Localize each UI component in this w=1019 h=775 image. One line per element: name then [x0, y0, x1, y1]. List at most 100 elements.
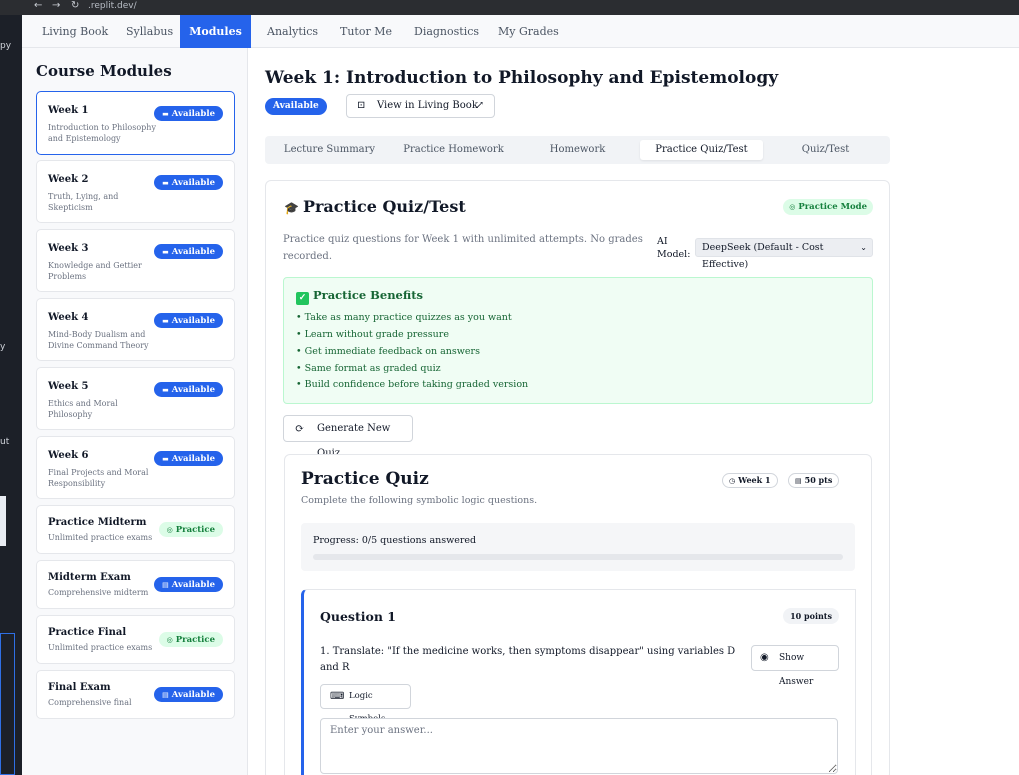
- target-icon: ◎: [789, 202, 796, 211]
- eye-icon: ◉: [760, 652, 769, 663]
- browser-toolbar: ← → ↻ .replit.dev/: [0, 0, 1019, 15]
- module-title: Week 2: [48, 174, 89, 185]
- sidebar-title: Course Modules: [36, 62, 172, 80]
- module-title: Week 1: [48, 105, 89, 116]
- module-title: Week 4: [48, 312, 89, 323]
- clock-icon: ◷: [729, 476, 736, 485]
- module-title: Week 6: [48, 450, 89, 461]
- nav-tab-tutor-me[interactable]: Tutor Me: [340, 15, 392, 48]
- strip-panel: [0, 496, 6, 546]
- benefit-item: • Build confidence before taking graded …: [296, 379, 529, 390]
- ai-model-label: AI Model:: [657, 236, 691, 260]
- target-icon: ◎: [166, 635, 173, 644]
- practice-badge: ◎ Practice: [158, 522, 223, 537]
- module-card-final-exam[interactable]: Final Exam Comprehensive final ▤ Availabl…: [36, 670, 235, 719]
- show-answer-button[interactable]: ◉ Show Answer: [751, 645, 839, 687]
- nav-tab-syllabus[interactable]: Syllabus: [126, 15, 173, 48]
- benefits-title: ✓ Practice Benefits: [296, 288, 423, 305]
- strip-fragment: y: [0, 342, 6, 352]
- book-icon: ⊡: [357, 100, 366, 111]
- module-title: Midterm Exam: [48, 572, 131, 583]
- nav-tab-diagnostics[interactable]: Diagnostics: [414, 15, 479, 48]
- progress-text: Progress: 0/5 questions answered: [313, 535, 477, 546]
- practice-badge: ◎ Practice: [158, 632, 223, 647]
- laptop-icon: ▬: [162, 316, 169, 325]
- module-card-week-6[interactable]: Week 6 Final Projects and Moral Responsi…: [36, 436, 235, 499]
- ai-model-select[interactable]: DeepSeek (Default - Cost Effective) ⌄: [695, 238, 873, 270]
- module-card-midterm-exam[interactable]: Midterm Exam Comprehensive midterm ▤ Avai…: [36, 560, 235, 609]
- view-in-living-book-button[interactable]: ⊡ View in Living Book ↗: [346, 94, 495, 118]
- benefit-item: • Same format as graded quiz: [296, 363, 441, 374]
- button-label: Show Answer: [779, 653, 814, 687]
- module-card-practice-midterm[interactable]: Practice Midterm Unlimited practice exam…: [36, 505, 235, 554]
- module-card-week-2[interactable]: Week 2 Truth, Lying, and Skepticism ▬ Ava…: [36, 160, 235, 223]
- module-card-week-1[interactable]: Week 1 Introduction to Philosophy and Ep…: [36, 91, 235, 155]
- nav-tab-living-book[interactable]: Living Book: [42, 15, 108, 48]
- address-bar[interactable]: .replit.dev/: [88, 0, 137, 12]
- benefit-item: • Take as many practice quizzes as you w…: [296, 312, 512, 323]
- module-subtitle: Truth, Lying, and Skepticism: [48, 192, 119, 212]
- check-icon: ✓: [296, 292, 309, 305]
- question-title: Question 1: [320, 609, 396, 624]
- forward-icon[interactable]: →: [52, 0, 60, 12]
- refresh-icon: ⟳: [295, 422, 305, 435]
- practice-quiz-panel: 🎓 Practice Quiz/Test ◎ Practice Mode Pract…: [265, 180, 890, 775]
- module-subtitle: Knowledge and Gettier Problems: [48, 261, 142, 281]
- status-badge: ▬ Available: [154, 175, 223, 190]
- document-icon: ▤: [162, 690, 169, 699]
- module-subtitle: Final Projects and Moral Responsibility: [48, 468, 149, 488]
- back-icon[interactable]: ←: [34, 0, 42, 12]
- selected-model: DeepSeek (Default - Cost Effective): [702, 242, 824, 270]
- tab-practice-quiz-test[interactable]: Practice Quiz/Test: [640, 140, 763, 160]
- week-pill: ◷ Week 1: [722, 473, 778, 488]
- module-subtitle: Introduction to Philosophy and Epistemol…: [48, 123, 156, 143]
- nav-tab-analytics[interactable]: Analytics: [267, 15, 318, 48]
- question-text: 1. Translate: "If the medicine works, th…: [320, 646, 736, 673]
- reload-icon[interactable]: ↻: [71, 0, 79, 12]
- question-card: Question 1 10 points 1. Translate: "If t…: [301, 589, 856, 775]
- main-content: Week 1: Introduction to Philosophy and E…: [249, 48, 1019, 775]
- status-badge: ▤ Available: [154, 577, 223, 592]
- button-label: View in Living Book: [377, 100, 478, 111]
- app: Living Book Syllabus Modules Analytics T…: [22, 15, 1019, 775]
- chevron-down-icon: ⌄: [860, 243, 867, 252]
- generate-new-quiz-button[interactable]: ⟳ Generate New Quiz: [283, 415, 413, 459]
- panel-description: Practice quiz questions for Week 1 with …: [283, 234, 643, 262]
- progress-bar: [313, 554, 843, 560]
- laptop-icon: ▬: [162, 454, 169, 463]
- logic-symbols-button[interactable]: ⌨ Logic Symbols: [320, 684, 411, 724]
- module-card-week-3[interactable]: Week 3 Knowledge and Gettier Problems ▬ A…: [36, 229, 235, 292]
- document-icon: ▤: [162, 580, 169, 589]
- practice-benefits-box: ✓ Practice Benefits • Take as many practi…: [283, 277, 873, 404]
- content-tabs: Lecture Summary Practice Homework Homewo…: [265, 136, 890, 164]
- status-badge: ▬ Available: [154, 313, 223, 328]
- points-badge: 10 points: [783, 608, 839, 624]
- module-sidebar: Course Modules Week 1 Introduction to Ph…: [22, 48, 248, 775]
- status-badge: ▤ Available: [154, 687, 223, 702]
- module-title: Final Exam: [48, 682, 111, 693]
- nav-tab-my-grades[interactable]: My Grades: [498, 15, 559, 48]
- tab-quiz-test[interactable]: Quiz/Test: [767, 140, 884, 160]
- benefit-item: • Learn without grade pressure: [296, 329, 449, 340]
- keyboard-icon: ⌨: [330, 691, 345, 702]
- nav-tab-modules[interactable]: Modules: [180, 15, 251, 48]
- answer-input[interactable]: [320, 718, 838, 774]
- editor-side-strip: + py y ut: [0, 15, 22, 775]
- laptop-icon: ▬: [162, 109, 169, 118]
- module-title: Week 5: [48, 381, 89, 392]
- points-pill: ▤ 50 pts: [788, 473, 840, 488]
- module-card-practice-final[interactable]: Practice Final Unlimited practice exams …: [36, 615, 235, 664]
- laptop-icon: ▬: [162, 247, 169, 256]
- tab-homework[interactable]: Homework: [519, 140, 636, 160]
- page-title: Week 1: Introduction to Philosophy and E…: [265, 68, 779, 88]
- module-subtitle: Mind-Body Dualism and Divine Command The…: [48, 330, 149, 350]
- module-title: Week 3: [48, 243, 89, 254]
- strip-fragment: ut: [0, 437, 10, 447]
- tab-lecture-summary[interactable]: Lecture Summary: [271, 140, 388, 160]
- external-link-icon: ↗: [475, 100, 484, 111]
- module-title: Practice Midterm: [48, 517, 147, 528]
- module-card-week-5[interactable]: Week 5 Ethics and Moral Philosophy ▬ Avai…: [36, 367, 235, 430]
- status-badge: ▬ Available: [154, 244, 223, 259]
- module-card-week-4[interactable]: Week 4 Mind-Body Dualism and Divine Comm…: [36, 298, 235, 361]
- tab-practice-homework[interactable]: Practice Homework: [395, 140, 512, 160]
